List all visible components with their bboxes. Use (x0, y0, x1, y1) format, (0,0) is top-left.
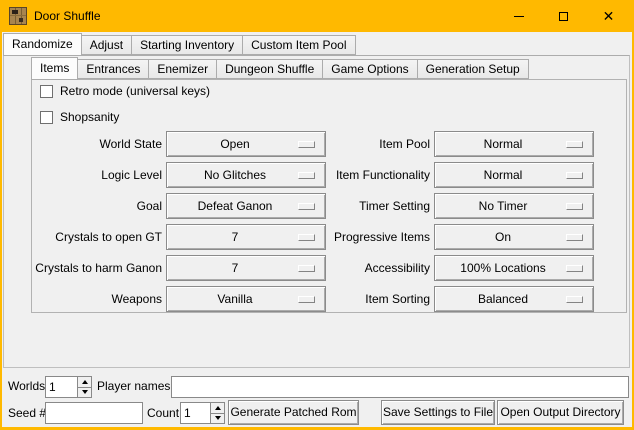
goal-label: Goal (28, 193, 162, 219)
dropdown-indicator-icon (298, 141, 315, 148)
worlds-label: Worlds (8, 375, 45, 397)
retro-mode-row: Retro mode (universal keys) (40, 84, 210, 98)
weapons-dropdown[interactable]: Vanilla (166, 286, 326, 312)
count-spinner (180, 402, 225, 424)
dropdown-indicator-icon (298, 203, 315, 210)
accessibility-dropdown[interactable]: 100% Locations (434, 255, 594, 281)
maximize-icon (559, 12, 568, 21)
item-sorting-label: Item Sorting (314, 286, 430, 312)
dropdown-indicator-icon (298, 172, 315, 179)
shopsanity-label: Shopsanity (60, 110, 119, 124)
arrow-up-icon (82, 380, 88, 384)
close-icon: ✕ (603, 9, 615, 23)
tab-custom-item-pool[interactable]: Custom Item Pool (242, 35, 355, 55)
arrow-down-icon (215, 416, 221, 420)
title-bar[interactable]: Door Shuffle ✕ (0, 0, 634, 32)
arrow-down-icon (82, 390, 88, 394)
dropdown-indicator-icon (566, 234, 583, 241)
dropdown-indicator-icon (566, 296, 583, 303)
dropdown-indicator-icon (566, 203, 583, 210)
item-sorting-dropdown[interactable]: Balanced (434, 286, 594, 312)
spinner-down-button[interactable] (78, 387, 91, 398)
count-spinner-buttons (210, 403, 224, 423)
item-functionality-label: Item Functionality (314, 162, 430, 188)
tab-enemizer[interactable]: Enemizer (148, 59, 217, 79)
tab-starting-inventory[interactable]: Starting Inventory (131, 35, 243, 55)
tab-generation-setup[interactable]: Generation Setup (417, 59, 529, 79)
player-names-label: Player names (97, 375, 170, 397)
shopsanity-checkbox[interactable] (40, 111, 53, 124)
progressive-items-dropdown[interactable]: On (434, 224, 594, 250)
tab-dungeon-shuffle[interactable]: Dungeon Shuffle (216, 59, 323, 79)
save-settings-button[interactable]: Save Settings to File (381, 400, 495, 425)
timer-setting-dropdown[interactable]: No Timer (434, 193, 594, 219)
seed-label: Seed # (8, 402, 46, 424)
crystals-open-gt-dropdown[interactable]: 7 (166, 224, 326, 250)
arrow-up-icon (215, 406, 221, 410)
worlds-spinner-buttons (77, 377, 91, 397)
spinner-up-button[interactable] (78, 377, 91, 387)
open-output-directory-button[interactable]: Open Output Directory (497, 400, 624, 425)
item-pool-label: Item Pool (314, 131, 430, 157)
goal-dropdown[interactable]: Defeat Ganon (166, 193, 326, 219)
dropdown-indicator-icon (566, 141, 583, 148)
dropdown-indicator-icon (566, 172, 583, 179)
seed-input[interactable] (45, 402, 143, 424)
generate-patched-rom-button[interactable]: Generate Patched Rom (228, 400, 359, 425)
tab-game-options[interactable]: Game Options (322, 59, 417, 79)
player-names-input[interactable] (171, 376, 629, 398)
tab-randomize[interactable]: Randomize (3, 33, 82, 56)
crystals-harm-ganon-label: Crystals to harm Ganon (28, 255, 162, 281)
retro-mode-checkbox[interactable] (40, 85, 53, 98)
accessibility-label: Accessibility (314, 255, 430, 281)
spinner-down-button[interactable] (211, 413, 224, 424)
worlds-input[interactable] (46, 377, 77, 397)
item-pool-dropdown[interactable]: Normal (434, 131, 594, 157)
count-input[interactable] (181, 403, 210, 423)
crystals-open-gt-label: Crystals to open GT (28, 224, 162, 250)
timer-setting-label: Timer Setting (314, 193, 430, 219)
logic-level-label: Logic Level (28, 162, 162, 188)
sub-tab-bar: Items Entrances Enemizer Dungeon Shuffle… (31, 57, 529, 80)
world-state-dropdown[interactable]: Open (166, 131, 326, 157)
dropdown-indicator-icon (298, 265, 315, 272)
worlds-spinner (45, 376, 92, 398)
spinner-up-button[interactable] (211, 403, 224, 413)
world-state-label: World State (28, 131, 162, 157)
tab-items[interactable]: Items (31, 57, 78, 80)
maximize-button[interactable] (541, 0, 586, 32)
close-button[interactable]: ✕ (586, 0, 631, 32)
dropdown-indicator-icon (566, 265, 583, 272)
shopsanity-row: Shopsanity (40, 110, 119, 124)
progressive-items-label: Progressive Items (314, 224, 430, 250)
app-icon (9, 7, 27, 25)
count-label: Count (147, 402, 179, 424)
tab-adjust[interactable]: Adjust (81, 35, 132, 55)
dropdown-indicator-icon (298, 296, 315, 303)
retro-mode-label: Retro mode (universal keys) (60, 84, 210, 98)
dropdown-indicator-icon (298, 234, 315, 241)
minimize-icon (514, 16, 524, 17)
crystals-harm-ganon-dropdown[interactable]: 7 (166, 255, 326, 281)
minimize-button[interactable] (496, 0, 541, 32)
window-title: Door Shuffle (34, 0, 101, 32)
tab-entrances[interactable]: Entrances (77, 59, 149, 79)
logic-level-dropdown[interactable]: No Glitches (166, 162, 326, 188)
app-window: Door Shuffle ✕ Randomize Adjust Starting… (0, 0, 634, 430)
item-functionality-dropdown[interactable]: Normal (434, 162, 594, 188)
main-tab-bar: Randomize Adjust Starting Inventory Cust… (3, 33, 356, 56)
weapons-label: Weapons (28, 286, 162, 312)
